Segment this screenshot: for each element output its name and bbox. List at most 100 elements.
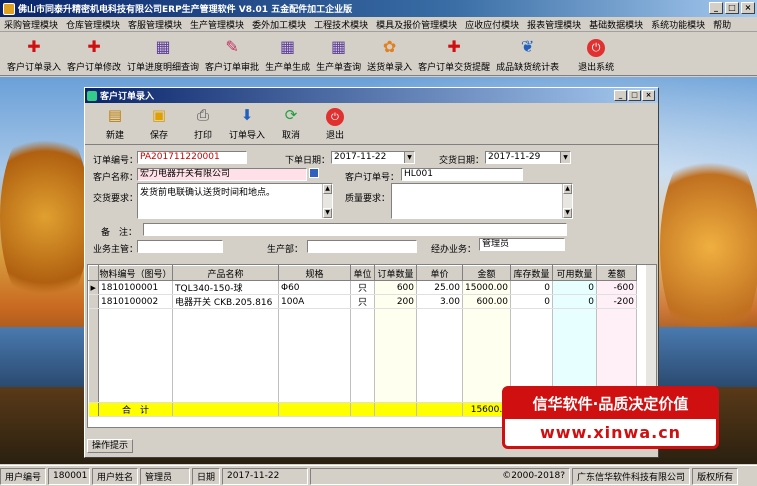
toolbar-order-edit-button[interactable]: ✚ 客户订单修改 <box>64 33 124 75</box>
chevron-down-icon[interactable]: ▼ <box>404 152 414 163</box>
dept-field[interactable] <box>307 240 417 253</box>
cell-stock-qty[interactable]: 0 <box>510 294 553 309</box>
cell-unit-price[interactable]: 25.00 <box>416 280 463 295</box>
save-button[interactable]: ▣ 保存 <box>137 104 181 144</box>
cell-product-name[interactable]: TQL340-150-球 <box>172 280 279 295</box>
menu-warehouse[interactable]: 仓库管理模块 <box>62 18 124 31</box>
menu-reports[interactable]: 报表管理模块 <box>523 18 585 31</box>
menu-production[interactable]: 生产管理模块 <box>186 18 248 31</box>
refresh-icon: ⟳ <box>284 106 298 124</box>
cell-order-qty[interactable]: 600 <box>374 280 417 295</box>
column-header[interactable]: 物料编号（图号） <box>98 265 173 281</box>
cell-unit[interactable]: 只 <box>350 280 375 295</box>
menu-mold-quote[interactable]: 模具及报价管理模块 <box>372 18 461 31</box>
toolbar-delivery-entry-button[interactable]: ✿ 送货单录入 <box>364 33 415 75</box>
column-header[interactable]: 可用数量 <box>551 265 597 281</box>
column-header[interactable]: 库存数量 <box>509 265 553 281</box>
row-pointer-icon[interactable]: ▶ <box>88 280 99 295</box>
cell-product-name[interactable]: 电器开关 CKB.205.816 <box>172 294 279 309</box>
toolbar-production-query-button[interactable]: ▦ 生产单查询 <box>313 33 364 75</box>
cell-material-no[interactable]: 1810100002 <box>98 294 173 309</box>
menu-system[interactable]: 系统功能模块 <box>647 18 709 31</box>
column-header[interactable]: 产品名称 <box>172 265 279 281</box>
cell-difference[interactable]: -600 <box>596 280 637 295</box>
save-icon: ▣ <box>151 106 167 124</box>
row-indicator[interactable] <box>88 294 99 309</box>
status-user-name: 管理员 <box>140 467 191 485</box>
cell-spec[interactable]: Φ60 <box>278 280 351 295</box>
toolbar-delivery-reminder-button[interactable]: ✚ 客户订单交货提醒 <box>415 33 493 75</box>
chevron-down-icon[interactable]: ▼ <box>560 152 570 163</box>
toolbar-label: 成品缺货统计表 <box>496 63 560 73</box>
cancel-button[interactable]: ⟳ 取消 <box>269 104 313 144</box>
customer-order-field[interactable]: HL001 <box>401 168 523 181</box>
table-row[interactable]: ▶ 1810100001 TQL340-150-球 Φ60 只 600 25.0… <box>88 280 637 295</box>
cell-order-qty[interactable]: 200 <box>374 294 417 309</box>
flower-icon: ✿ <box>382 36 397 56</box>
cell-amount[interactable]: 600.00 <box>462 294 511 309</box>
table-row[interactable]: 1810100002 电器开关 CKB.205.816 100A 只 200 3… <box>88 294 637 309</box>
menu-customer-service[interactable]: 客服管理模块 <box>124 18 186 31</box>
menu-engineering[interactable]: 工程技术模块 <box>310 18 372 31</box>
maximize-button[interactable]: □ <box>725 2 739 14</box>
scroll-up-icon[interactable]: ▲ <box>323 184 332 194</box>
cell-difference[interactable]: -200 <box>596 294 637 309</box>
manager-field[interactable] <box>137 240 223 253</box>
order-date-field[interactable]: 2017-11-22 ▼ <box>331 151 415 164</box>
cell-stock-qty[interactable]: 0 <box>510 280 553 295</box>
operation-tip-tab[interactable]: 操作提示 <box>87 439 134 453</box>
scroll-up-icon[interactable]: ▲ <box>563 184 572 194</box>
menu-purchase[interactable]: 采购管理模块 <box>0 18 62 31</box>
column-header[interactable]: 金额 <box>462 265 511 281</box>
toolbar-label: 退出系统 <box>578 63 615 73</box>
child-close-button[interactable]: × <box>642 90 655 101</box>
toolbar-production-generate-button[interactable]: ▦ 生产单生成 <box>262 33 313 75</box>
cell-available-qty[interactable]: 0 <box>552 294 597 309</box>
order-no-field[interactable]: PA201711220001 <box>137 151 247 164</box>
child-minimize-button[interactable]: _ <box>614 90 627 101</box>
textarea-scrollbar[interactable]: ▲ ▼ <box>322 184 332 218</box>
button-label: 新建 <box>105 131 124 141</box>
button-label: 退出 <box>325 131 344 141</box>
chart-icon: ▦ <box>280 36 296 56</box>
toolbar-order-entry-button[interactable]: ✚ 客户订单录入 <box>4 33 64 75</box>
column-header[interactable]: 单价 <box>416 265 463 281</box>
cell-spec[interactable]: 100A <box>278 294 351 309</box>
column-header[interactable]: 差额 <box>595 265 637 281</box>
cell-available-qty[interactable]: 0 <box>552 280 597 295</box>
menu-help[interactable]: 帮助 <box>709 18 735 31</box>
child-maximize-button[interactable]: □ <box>628 90 641 101</box>
exit-button[interactable]: ⏻ 退出 <box>313 108 357 144</box>
scroll-down-icon[interactable]: ▼ <box>323 208 332 218</box>
textarea-scrollbar[interactable]: ▲ ▼ <box>562 184 572 218</box>
remark-field[interactable] <box>143 223 567 236</box>
cell-material-no[interactable]: 1810100001 <box>98 280 173 295</box>
toolbar-exit-system-button[interactable]: ⏻ 退出系统 <box>562 33 630 75</box>
agent-field[interactable]: 管理员 <box>479 238 565 251</box>
column-header[interactable]: 订单数量 <box>374 265 417 281</box>
menu-outsourcing[interactable]: 委外加工模块 <box>248 18 310 31</box>
promo-banner: 信华软件·品质决定价值 www.xinwa.cn <box>502 386 719 449</box>
import-order-button[interactable]: ⬇ 订单导入 <box>225 104 269 144</box>
toolbar-progress-query-button[interactable]: ▦ 订单进度明细查询 <box>124 33 202 75</box>
cell-unit[interactable]: 只 <box>350 294 375 309</box>
close-button[interactable]: × <box>741 2 755 14</box>
cell-amount[interactable]: 15000.00 <box>462 280 511 295</box>
toolbar-order-approve-button[interactable]: ✎ 客户订单审批 <box>202 33 262 75</box>
cell-unit-price[interactable]: 3.00 <box>416 294 463 309</box>
delivery-req-textarea[interactable]: 发货前电联确认送货时间和地点。 ▲ ▼ <box>137 183 333 219</box>
new-button[interactable]: ▤ 新建 <box>93 104 137 144</box>
minimize-button[interactable]: _ <box>709 2 723 14</box>
lookup-icon[interactable] <box>309 168 319 178</box>
column-header[interactable]: 规格 <box>278 265 351 281</box>
print-button[interactable]: ⎙ 打印 <box>181 104 225 144</box>
menu-receivables[interactable]: 应收应付模块 <box>461 18 523 31</box>
column-header[interactable]: 单位 <box>350 265 375 281</box>
customer-field[interactable]: 宏力电器开关有限公司 <box>137 168 307 181</box>
scroll-down-icon[interactable]: ▼ <box>563 208 572 218</box>
toolbar-shortage-report-button[interactable]: ❦ 成品缺货统计表 <box>493 33 562 75</box>
menu-base-data[interactable]: 基础数据模块 <box>585 18 647 31</box>
quality-req-textarea[interactable]: ▲ ▼ <box>391 183 573 219</box>
delivery-date-field[interactable]: 2017-11-29 ▼ <box>485 151 571 164</box>
app-title-bar: 佛山市同泰升精密机电科技有限公司ERP生产管理软件 V8.01 五金配件加工企业… <box>0 0 757 17</box>
